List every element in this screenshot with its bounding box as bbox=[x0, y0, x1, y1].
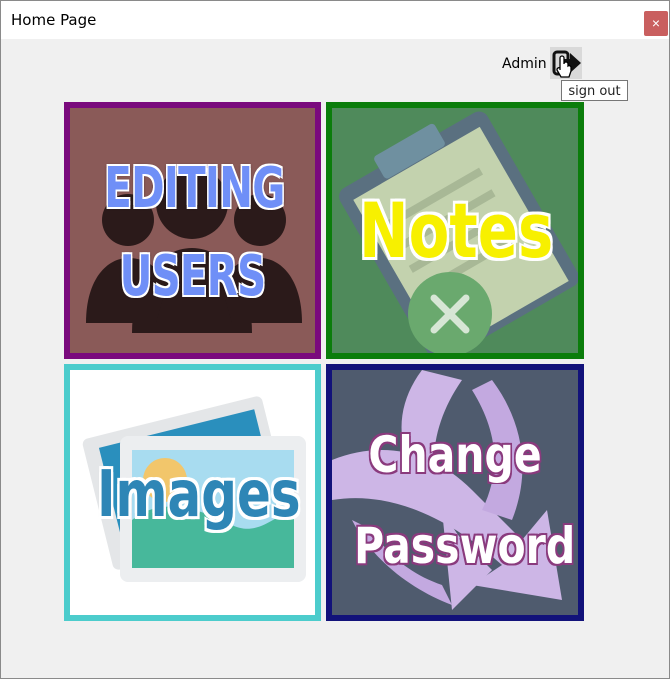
editing-users-label-line2: USERS bbox=[119, 244, 267, 309]
current-user-label: Admin bbox=[502, 56, 547, 72]
window-title: Home Page bbox=[11, 11, 97, 29]
change-password-label-line2: Password bbox=[354, 517, 576, 575]
title-bar: Home Page × bbox=[1, 1, 669, 39]
editing-users-label-line1: EDITING bbox=[104, 156, 285, 221]
editing-users-tile[interactable]: EDITING USERS bbox=[64, 102, 321, 359]
images-tile[interactable]: Images bbox=[64, 364, 321, 621]
change-password-label-line1: Change bbox=[368, 426, 542, 484]
close-button[interactable]: × bbox=[644, 11, 668, 36]
notes-tile[interactable]: Notes bbox=[326, 102, 584, 359]
close-icon: × bbox=[651, 15, 661, 31]
change-password-tile[interactable]: Change Password bbox=[326, 364, 584, 621]
sign-out-button[interactable] bbox=[548, 45, 584, 81]
notes-label: Notes bbox=[359, 186, 554, 275]
sign-out-icon bbox=[550, 47, 582, 79]
home-page-window: Home Page × Admin sign out EDITING USERS bbox=[0, 0, 670, 679]
sign-out-tooltip: sign out bbox=[561, 80, 628, 101]
images-label: Images bbox=[96, 458, 301, 532]
users-icon bbox=[86, 167, 302, 333]
